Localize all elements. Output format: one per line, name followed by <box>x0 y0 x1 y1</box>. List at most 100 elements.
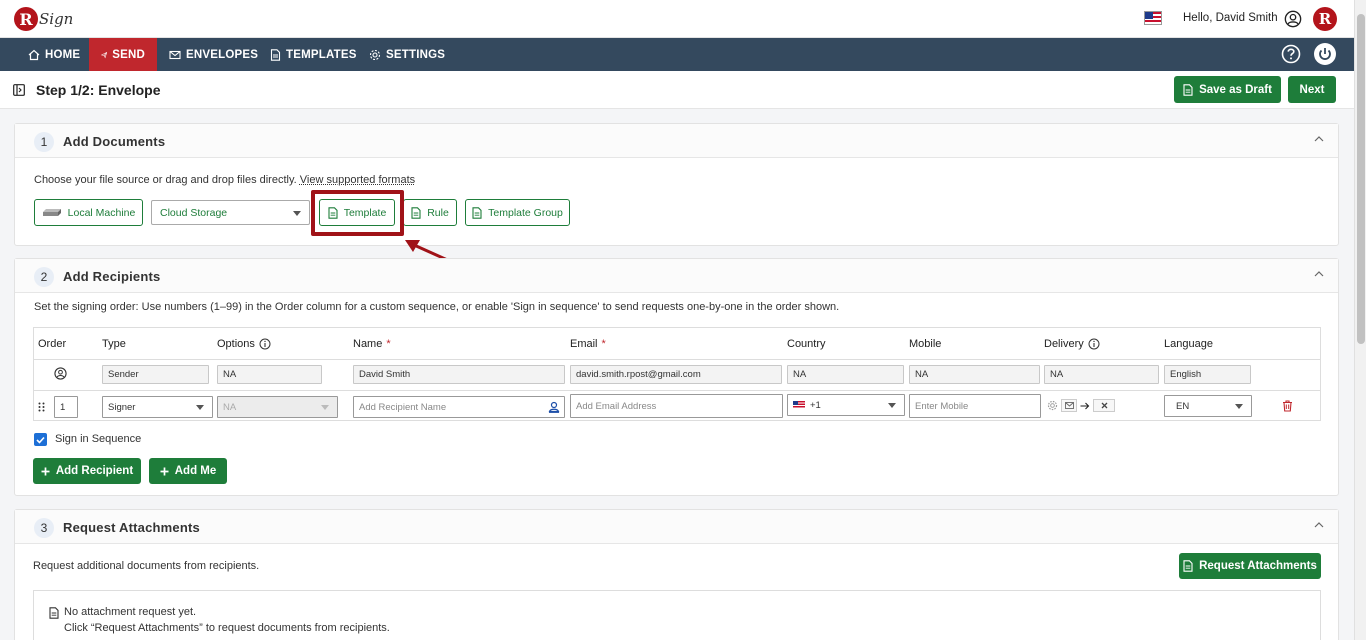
col-order: Order <box>38 338 67 350</box>
logo-mark: R <box>14 7 38 31</box>
gear-icon <box>369 49 381 60</box>
power-icon[interactable] <box>1314 43 1336 65</box>
drag-handle-icon[interactable] <box>38 402 45 412</box>
sender-icon <box>54 367 67 380</box>
section-title: Request Attachments <box>63 520 200 535</box>
gear-icon[interactable] <box>1047 400 1058 411</box>
chevron-down-icon <box>321 405 329 410</box>
rule-label: Rule <box>427 206 449 219</box>
section-number: 1 <box>34 132 54 152</box>
chevron-down-icon <box>293 210 301 216</box>
documents-hint: Choose your file source or drag and drop… <box>34 174 415 186</box>
col-mobile: Mobile <box>909 338 942 350</box>
home-icon <box>28 49 40 60</box>
email-delivery-toggle[interactable] <box>1061 399 1077 412</box>
chevron-up-icon[interactable] <box>1314 522 1324 528</box>
nav-send-label: SEND <box>112 48 145 61</box>
request-attachments-label: Request Attachments <box>1199 560 1317 572</box>
add-documents-header[interactable]: 1 Add Documents <box>15 124 1338 158</box>
nav-templates[interactable]: TEMPLATES <box>258 38 369 71</box>
chevron-down-icon <box>888 403 896 408</box>
next-label: Next <box>1299 83 1325 96</box>
cloud-storage-dropdown[interactable]: Cloud Storage <box>151 200 310 225</box>
close-icon <box>1101 402 1107 409</box>
send-icon <box>101 51 108 58</box>
nav-home-label: HOME <box>45 48 81 61</box>
info-icon[interactable] <box>1088 338 1100 350</box>
col-options: Options <box>217 338 271 350</box>
save-as-draft-label: Save as Draft <box>1199 83 1272 96</box>
sender-mobile: NA <box>909 365 1040 384</box>
add-recipient-label: Add Recipient <box>55 465 134 477</box>
country-code-dropdown[interactable]: +1 <box>787 394 905 416</box>
user-profile-icon[interactable] <box>1284 10 1302 28</box>
language-flag-icon[interactable] <box>1144 11 1162 25</box>
document-icon <box>1183 560 1193 572</box>
signer-options-dropdown: NA <box>217 396 338 418</box>
arrow-right-icon <box>1080 402 1090 409</box>
plus-icon <box>160 467 169 475</box>
nav-send[interactable]: SEND <box>89 38 157 71</box>
nav-envelopes-label: ENVELOPES <box>186 48 259 61</box>
chevron-up-icon[interactable] <box>1314 136 1324 142</box>
sign-in-sequence-checkbox[interactable] <box>34 433 47 446</box>
contact-book-icon[interactable] <box>548 401 560 413</box>
scrollbar-thumb[interactable] <box>1357 14 1365 344</box>
language-dropdown[interactable]: EN <box>1164 395 1252 417</box>
cloud-storage-label: Cloud Storage <box>160 206 228 219</box>
signer-type-dropdown[interactable]: Signer <box>102 396 213 418</box>
trash-icon[interactable] <box>1282 400 1293 412</box>
envelope-icon <box>169 50 181 59</box>
step-bar: Step 1/2: Envelope Save as Draft Next <box>0 71 1354 109</box>
add-recipients-header[interactable]: 2 Add Recipients <box>15 259 1338 293</box>
sms-delivery-toggle[interactable] <box>1093 399 1115 412</box>
attachments-hint: Request additional documents from recipi… <box>33 560 260 572</box>
section-number: 3 <box>34 518 54 538</box>
plus-icon <box>41 467 50 475</box>
recipient-name-input[interactable]: Add Recipient Name <box>353 396 565 418</box>
col-delivery: Delivery <box>1044 338 1100 350</box>
document-icon <box>1183 83 1193 96</box>
brand-badge[interactable]: R <box>1313 7 1337 31</box>
chevron-up-icon[interactable] <box>1314 271 1324 277</box>
save-as-draft-button[interactable]: Save as Draft <box>1174 76 1281 103</box>
hard-drive-icon <box>42 209 61 216</box>
sidebar-toggle-icon[interactable] <box>13 84 25 96</box>
section-title: Add Recipients <box>63 269 161 284</box>
rule-button[interactable]: Rule <box>403 199 457 226</box>
check-icon <box>36 436 45 444</box>
next-button[interactable]: Next <box>1288 76 1336 103</box>
document-icon <box>270 48 281 61</box>
local-machine-button[interactable]: Local Machine <box>34 199 143 226</box>
nav-settings[interactable]: SETTINGS <box>357 38 457 71</box>
section-title: Add Documents <box>63 134 166 149</box>
document-icon <box>472 206 482 219</box>
mobile-input[interactable]: Enter Mobile <box>909 394 1041 418</box>
recipient-email-input[interactable]: Add Email Address <box>570 394 783 418</box>
documents-hint-text: Choose your file source or drag and drop… <box>34 174 297 186</box>
help-icon[interactable] <box>1281 44 1301 64</box>
page-scrollbar[interactable] <box>1354 0 1366 640</box>
recipients-hint: Set the signing order: Use numbers (1–99… <box>34 301 840 313</box>
local-machine-label: Local Machine <box>67 206 136 219</box>
col-language: Language <box>1164 338 1213 350</box>
request-attachments-header[interactable]: 3 Request Attachments <box>15 510 1338 544</box>
nav-envelopes[interactable]: ENVELOPES <box>157 38 270 71</box>
request-attachments-button[interactable]: Request Attachments <box>1179 553 1321 579</box>
add-recipient-button[interactable]: Add Recipient <box>33 458 141 484</box>
document-icon <box>49 607 59 619</box>
sender-name: David Smith <box>353 365 565 384</box>
template-group-button[interactable]: Template Group <box>465 199 570 226</box>
signer-order-input[interactable]: 1 <box>54 396 78 418</box>
add-me-button[interactable]: Add Me <box>149 458 227 484</box>
sender-type: Sender <box>102 365 209 384</box>
page-title: Step 1/2: Envelope <box>36 82 161 98</box>
info-icon[interactable] <box>259 338 271 350</box>
nav-home[interactable]: HOME <box>16 38 92 71</box>
view-supported-formats-link[interactable]: View supported formats <box>300 174 415 186</box>
rsign-logo[interactable]: R Sign <box>14 5 73 33</box>
template-highlight-box <box>311 190 404 236</box>
col-country: Country <box>787 338 826 350</box>
attachments-empty-state: No attachment request yet. Click “Reques… <box>33 590 1321 640</box>
template-group-label: Template Group <box>488 206 563 219</box>
